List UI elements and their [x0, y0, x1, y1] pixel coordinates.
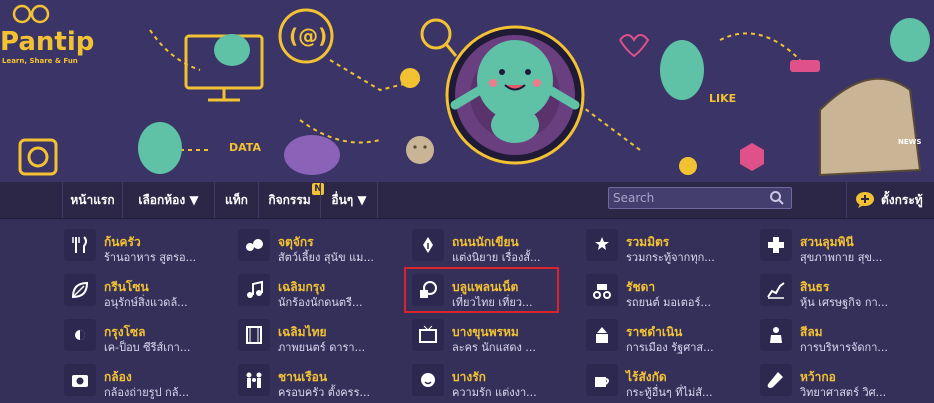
purple-doodle: [284, 135, 340, 175]
room-item[interactable]: สีลม การบริหารจัดกา...: [760, 313, 930, 354]
room-description: ครอบครัว ตั้งครร...: [278, 386, 370, 399]
room-item[interactable]: กรีนโซน อนุรักษ์สิ่งแวดล้...: [64, 268, 234, 309]
music-note-icon[interactable]: [238, 274, 270, 306]
room-item[interactable]: ถนนนักเขียน แต่งนิยาย เรื่องสั้...: [412, 223, 582, 264]
new-topic-button[interactable]: ตั้งกระทู้: [846, 182, 934, 218]
vehicles-icon[interactable]: [586, 274, 618, 306]
room-description: เค-ป็อบ ซีรีส์เกา...: [104, 341, 191, 354]
nav-activities[interactable]: กิจกรรม N: [258, 182, 324, 218]
room-item[interactable]: ก้นครัว ร้านอาหาร สูตรอ...: [64, 223, 234, 264]
room-description: ภาพยนตร์ ดารา...: [278, 341, 366, 354]
brand-name[interactable]: Pantip: [0, 27, 94, 57]
nav-more-label: อื่นๆ ▼: [331, 193, 367, 207]
header-banner: Pantip Learn, Share & Fun (@) DATA LIKE …: [0, 0, 934, 182]
test-tube-icon[interactable]: [760, 364, 792, 396]
news-label: NEWS: [898, 138, 922, 146]
camera-doodle: [18, 138, 58, 176]
korea-flag-icon[interactable]: [64, 319, 96, 351]
pets-icon[interactable]: [238, 229, 270, 261]
room-description: อนุรักษ์สิ่งแวดล้...: [104, 296, 188, 309]
room-description: กระทู้อื่นๆ ที่ไม่สั...: [626, 386, 713, 399]
room-item[interactable]: รวมมิตร รวมกระทู้จากทุก...: [586, 223, 756, 264]
globe-doodle: [400, 68, 420, 88]
nav-home[interactable]: หน้าแรก: [62, 182, 122, 218]
center-mascot: [445, 25, 585, 165]
room-description: ความรัก แต่งงา...: [452, 386, 537, 399]
nav-tags[interactable]: แท็ก: [214, 182, 258, 218]
room-item[interactable]: สวนลุมพินี สุขภาพกาย สุข...: [760, 223, 930, 264]
banner-illustration: [12, 4, 930, 177]
selection-highlight: [404, 267, 559, 313]
nav-select-room[interactable]: เลือกห้อง ▼: [122, 182, 214, 218]
room-item[interactable]: ชานเรือน ครอบครัว ตั้งครร...: [238, 358, 408, 399]
monument-icon[interactable]: [586, 319, 618, 351]
medical-cross-icon[interactable]: [760, 229, 792, 261]
nav-home-label: หน้าแรก: [70, 193, 115, 207]
pen-icon[interactable]: [412, 229, 444, 261]
room-item[interactable]: ไร้สังกัด กระทู้อื่นๆ ที่ไม่สั...: [586, 358, 756, 399]
room-item[interactable]: กรุงโซล เค-ป็อบ ซีรีส์เกา...: [64, 313, 234, 354]
love-faces-icon[interactable]: [412, 364, 444, 396]
speech-plus-icon: [856, 192, 874, 208]
glasses-doodle: [790, 60, 820, 72]
pantip-logo-mark: [12, 4, 50, 24]
business-person-icon[interactable]: [760, 319, 792, 351]
room-item[interactable]: บางขุนพรหม ละคร นักแสดง ...: [412, 313, 582, 354]
new-topic-label: ตั้งกระทู้: [881, 193, 923, 207]
room-description: การเมือง รัฐศาส...: [626, 341, 714, 354]
tv-icon[interactable]: [412, 319, 444, 351]
stars-icon[interactable]: [586, 229, 618, 261]
at-sign-label: (@): [289, 24, 328, 48]
mascot-right: [660, 18, 930, 177]
room-description: กล้องถ่ายรูป กล้...: [104, 386, 189, 399]
like-label: LIKE: [709, 92, 737, 105]
room-item[interactable]: จตุจักร สัตว์เลี้ยง สุนัข แม...: [238, 223, 408, 264]
room-item[interactable]: ราชดำเนิน การเมือง รัฐศาส...: [586, 313, 756, 354]
room-description: รถยนต์ มอเตอร์...: [626, 296, 711, 309]
hexagon-doodle: [740, 143, 764, 171]
room-description: ละคร นักแสดง ...: [452, 341, 536, 354]
room-description: หุ้น เศรษฐกิจ กา...: [800, 296, 889, 309]
search-input[interactable]: [609, 188, 763, 208]
magnifier-doodle: [420, 18, 458, 57]
coffee-cup-icon[interactable]: [586, 364, 618, 396]
smiley-doodle: [406, 136, 434, 164]
data-label: DATA: [229, 141, 261, 154]
nav-tags-label: แท็ก: [225, 193, 248, 207]
room-item[interactable]: รัชดา รถยนต์ มอเตอร์...: [586, 268, 756, 309]
room-item[interactable]: บางรัก ความรัก แต่งงา...: [412, 358, 582, 399]
stock-chart-icon[interactable]: [760, 274, 792, 306]
room-description: สุขภาพกาย สุข...: [800, 251, 883, 264]
brand-tagline: Learn, Share & Fun: [2, 57, 78, 65]
room-description: ร้านอาหาร สูตรอ...: [104, 251, 197, 264]
heart-doodle: [619, 34, 650, 58]
room-item[interactable]: สินธร หุ้น เศรษฐกิจ กา...: [760, 268, 930, 309]
room-item[interactable]: เฉลิมกรุง นักร้องนักดนตรี...: [238, 268, 408, 309]
room-item[interactable]: กล้อง กล้องถ่ายรูป กล้...: [64, 358, 234, 399]
search-box[interactable]: [608, 187, 792, 209]
room-description: แต่งนิยาย เรื่องสั้...: [452, 251, 541, 264]
nav-activities-label: กิจกรรม: [268, 193, 311, 207]
main-nav: หน้าแรก เลือกห้อง ▼ แท็ก กิจกรรม N อื่นๆ…: [0, 182, 934, 219]
room-description: สัตว์เลี้ยง สุนัข แม...: [278, 251, 374, 264]
family-icon[interactable]: [238, 364, 270, 396]
film-strip-icon[interactable]: [238, 319, 270, 351]
room-item[interactable]: เฉลิมไทย ภาพยนตร์ ดารา...: [238, 313, 408, 354]
room-description: นักร้องนักดนตรี...: [278, 296, 363, 309]
leaf-icon[interactable]: [64, 274, 96, 306]
fork-knife-icon[interactable]: [64, 229, 96, 261]
nav-select-room-label: เลือกห้อง ▼: [138, 193, 199, 207]
room-item[interactable]: หว้ากอ วิทยาศาสตร์ วิศ...: [760, 358, 930, 399]
search-icon[interactable]: [769, 190, 785, 206]
room-description: วิทยาศาสตร์ วิศ...: [800, 386, 887, 399]
nav-more[interactable]: อื่นๆ ▼: [320, 182, 378, 218]
room-description: รวมกระทู้จากทุก...: [626, 251, 715, 264]
room-description: การบริหารจัดกา...: [800, 341, 888, 354]
camera-icon[interactable]: [64, 364, 96, 396]
